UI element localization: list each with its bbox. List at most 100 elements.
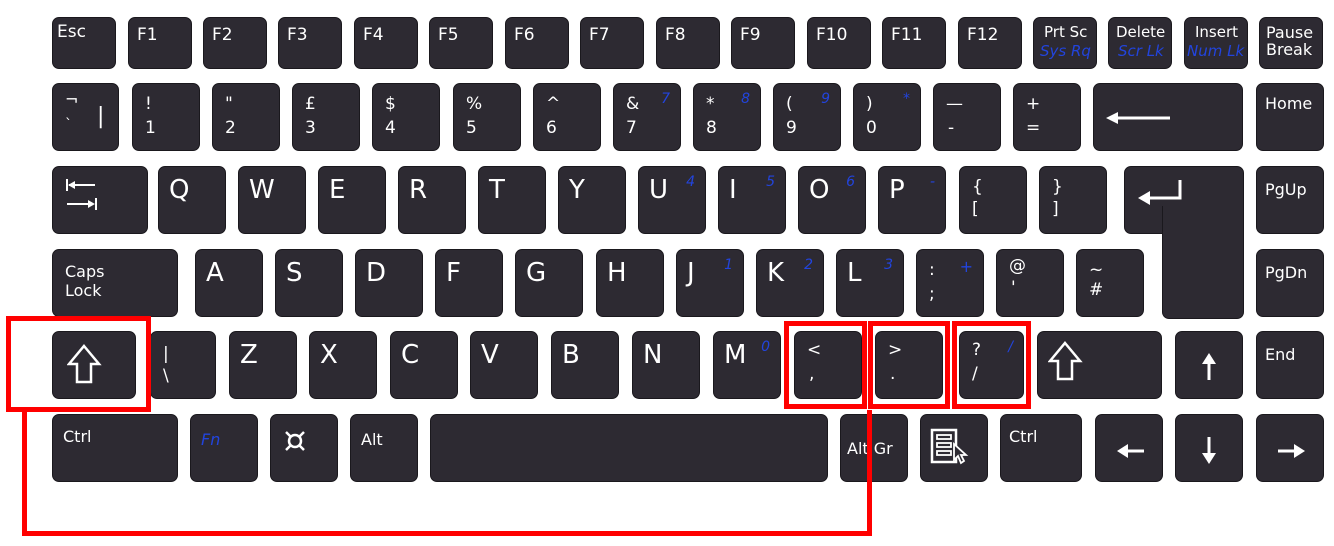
key-c[interactable]: C: [390, 331, 458, 399]
key-f2[interactable]: F2: [203, 17, 267, 69]
key-home[interactable]: Home: [1256, 83, 1324, 151]
key-prtsc[interactable]: Prt Sc Sys Rq: [1033, 17, 1097, 69]
key-6[interactable]: ^ 6: [533, 83, 601, 151]
key-f6[interactable]: F6: [505, 17, 569, 69]
key-l[interactable]: L 3: [836, 249, 904, 317]
key-o[interactable]: O 6: [798, 166, 866, 234]
key-label: End: [1265, 345, 1296, 364]
key-0[interactable]: ) 0 *: [853, 83, 921, 151]
key-end[interactable]: End: [1256, 331, 1324, 399]
key-shift-left[interactable]: [52, 331, 136, 399]
key-menu[interactable]: [920, 414, 988, 482]
key-pause[interactable]: Pause Break: [1259, 17, 1323, 69]
key-n[interactable]: N: [632, 331, 700, 399]
key-e[interactable]: E: [318, 166, 386, 234]
key-7[interactable]: & 7 7: [613, 83, 681, 151]
key-comma[interactable]: < ,: [794, 331, 862, 399]
key-insert[interactable]: Insert Num Lk: [1184, 17, 1248, 69]
key-g[interactable]: G: [515, 249, 583, 317]
key-f7[interactable]: F7: [580, 17, 644, 69]
key-w[interactable]: W: [238, 166, 306, 234]
key-period[interactable]: > .: [875, 331, 943, 399]
key-i[interactable]: I 5: [718, 166, 786, 234]
key-z[interactable]: Z: [229, 331, 297, 399]
key-altgr[interactable]: Alt Gr: [840, 414, 908, 482]
key-j[interactable]: J 1: [676, 249, 744, 317]
key-pgdn[interactable]: PgDn: [1256, 249, 1324, 317]
key-bot-label: =: [1026, 118, 1041, 138]
key-2[interactable]: " 2: [212, 83, 280, 151]
key-quote[interactable]: @ ': [996, 249, 1064, 317]
key-tab[interactable]: [52, 166, 148, 234]
key-label: Alt Gr: [847, 439, 893, 458]
key-capslock[interactable]: Caps Lock: [52, 249, 178, 317]
key-bot-label: 4: [385, 118, 396, 138]
key-backtick[interactable]: ¬ ` |: [52, 83, 119, 151]
key-4[interactable]: $ 4: [372, 83, 440, 151]
key-s[interactable]: S: [275, 249, 343, 317]
key-f5[interactable]: F5: [429, 17, 493, 69]
key-d[interactable]: D: [355, 249, 423, 317]
key-f8[interactable]: F8: [656, 17, 720, 69]
key-x[interactable]: X: [309, 331, 377, 399]
key-ctrl-right[interactable]: Ctrl: [1000, 414, 1082, 482]
key-shift-right[interactable]: [1037, 331, 1162, 399]
key-label: J: [687, 258, 695, 288]
key-m[interactable]: M 0: [713, 331, 781, 399]
key-arrow-down[interactable]: [1175, 414, 1243, 482]
key-arrow-left[interactable]: [1095, 414, 1163, 482]
key-5[interactable]: % 5: [453, 83, 521, 151]
numpad-label: 3: [884, 257, 893, 273]
key-delete[interactable]: Delete Scr Lk: [1108, 17, 1172, 69]
key-bot-label: \: [163, 366, 169, 386]
key-alt[interactable]: Alt: [350, 414, 418, 482]
key-9[interactable]: ( 9 9: [773, 83, 841, 151]
key-label: O: [809, 175, 830, 205]
key-equals[interactable]: + =: [1013, 83, 1081, 151]
key-q[interactable]: Q: [158, 166, 226, 234]
key-f1[interactable]: F1: [128, 17, 192, 69]
key-pgup[interactable]: PgUp: [1256, 166, 1324, 234]
key-f3[interactable]: F3: [278, 17, 342, 69]
key-f11[interactable]: F11: [882, 17, 946, 69]
key-minus[interactable]: — -: [933, 83, 1001, 151]
key-h[interactable]: H: [596, 249, 664, 317]
key-esc[interactable]: Esc: [52, 17, 116, 69]
key-semicolon[interactable]: : ; +: [916, 249, 984, 317]
key-backspace[interactable]: [1093, 83, 1243, 151]
key-fn[interactable]: Fn: [190, 414, 258, 482]
key-right-bracket[interactable]: } ]: [1039, 166, 1107, 234]
key-k[interactable]: K 2: [756, 249, 824, 317]
key-f4[interactable]: F4: [354, 17, 418, 69]
key-f9[interactable]: F9: [731, 17, 795, 69]
key-label: T: [489, 175, 505, 205]
key-ctrl-left[interactable]: Ctrl: [52, 414, 178, 482]
key-f[interactable]: F: [435, 249, 503, 317]
key-p[interactable]: P -: [878, 166, 946, 234]
key-backslash[interactable]: | \: [150, 331, 216, 399]
key-left-bracket[interactable]: { [: [959, 166, 1027, 234]
key-label: G: [526, 258, 547, 288]
key-label: PgDn: [1265, 263, 1308, 282]
key-bot-label: `: [65, 117, 72, 133]
key-v[interactable]: V: [470, 331, 538, 399]
key-3[interactable]: £ 3: [292, 83, 360, 151]
key-bot-label: 8: [706, 118, 717, 138]
key-a[interactable]: A: [195, 249, 263, 317]
key-y[interactable]: Y: [558, 166, 626, 234]
key-t[interactable]: T: [478, 166, 546, 234]
key-slash[interactable]: ? / /: [959, 331, 1024, 399]
key-super[interactable]: [270, 414, 338, 482]
key-1[interactable]: ! 1: [132, 83, 200, 151]
arrow-down-icon: [1202, 437, 1216, 464]
key-r[interactable]: R: [398, 166, 466, 234]
key-f12[interactable]: F12: [958, 17, 1022, 69]
key-u[interactable]: U 4: [638, 166, 706, 234]
key-f10[interactable]: F10: [807, 17, 871, 69]
key-b[interactable]: B: [551, 331, 619, 399]
key-arrow-up[interactable]: [1175, 331, 1243, 399]
key-8[interactable]: * 8 8: [693, 83, 761, 151]
key-space[interactable]: [430, 414, 828, 482]
key-arrow-right[interactable]: [1256, 414, 1324, 482]
key-hash[interactable]: ~ #: [1076, 249, 1144, 317]
